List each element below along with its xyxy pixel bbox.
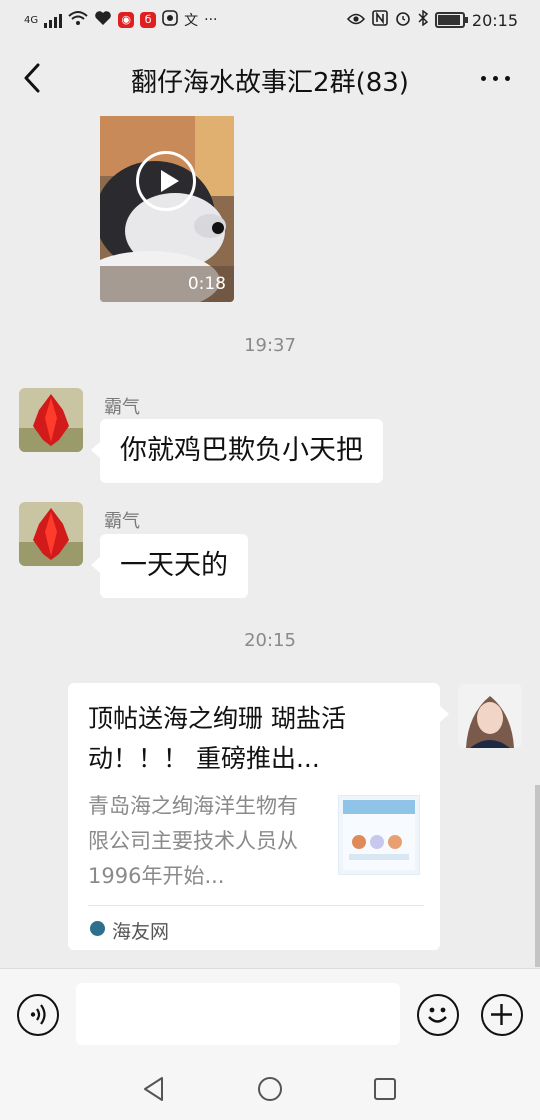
heart-icon (94, 10, 112, 30)
sender-name: 霸气 (104, 511, 140, 532)
network-type: 4G (24, 14, 39, 26)
status-left: 4G ◉ б 文 ··· (24, 10, 217, 30)
more-notifications: ··· (204, 12, 218, 28)
card-divider (88, 905, 424, 906)
status-right: 20:15 (346, 9, 518, 30)
translate-icon: 文 (184, 13, 199, 29)
signal-icon (44, 12, 63, 28)
scrollbar[interactable] (535, 785, 540, 967)
clock-time: 20:15 (471, 10, 518, 30)
my-avatar[interactable] (458, 684, 522, 748)
sender-name: 霸气 (104, 397, 140, 418)
chat-title: 翻仔海水故事汇2群(83) (131, 68, 409, 98)
input-bar (0, 968, 540, 1058)
card-source: 海友网 (112, 921, 170, 943)
status-bar: 4G ◉ б 文 ··· 20:15 (0, 0, 540, 40)
nav-home-icon[interactable] (257, 1076, 283, 1106)
chat-header: 翻仔海水故事汇2群(83) (0, 40, 540, 116)
avatar[interactable] (19, 502, 83, 566)
alarm-icon (395, 10, 411, 30)
video-message[interactable]: 0:18 (100, 116, 234, 302)
eye-icon (346, 11, 365, 30)
emoji-icon[interactable] (417, 994, 459, 1036)
avatar[interactable] (19, 388, 83, 452)
bluetooth-icon (418, 9, 429, 30)
app-notification-icon: ◉ (118, 12, 135, 28)
message-bubble[interactable]: 一天天的 (91, 534, 248, 598)
notification-icon (162, 10, 178, 30)
nfc-icon (372, 10, 388, 30)
shared-link-card[interactable]: 顶帖送海之绚珊 瑚盐活动！！！ 重磅推出... 青岛海之绚海洋生物有限公司主要技… (68, 683, 449, 950)
play-icon[interactable] (136, 151, 196, 211)
message-bubble[interactable]: 你就鸡巴欺负小天把 (91, 419, 383, 483)
timestamp: 19:37 (244, 335, 296, 356)
source-logo-icon (90, 921, 105, 936)
voice-icon[interactable] (17, 994, 59, 1036)
plus-icon[interactable] (481, 994, 523, 1036)
app-notification-icon-2: б (140, 12, 157, 28)
more-icon[interactable] (481, 76, 510, 81)
system-nav-bar (0, 1058, 540, 1120)
wifi-icon (68, 10, 88, 30)
card-thumbnail (338, 795, 420, 875)
card-title: 顶帖送海之绚珊 瑚盐活动！！！ 重磅推出... (88, 704, 346, 773)
battery-icon (434, 12, 468, 28)
timestamp: 20:15 (244, 630, 296, 651)
card-description: 青岛海之绚海洋生物有限公司主要技术人员从1996年开始... (88, 794, 298, 888)
battery-level (437, 15, 460, 25)
video-duration: 0:18 (187, 274, 226, 294)
nav-back-icon[interactable] (142, 1076, 166, 1106)
nav-recents-icon[interactable] (373, 1077, 397, 1105)
message-input[interactable] (76, 983, 400, 1045)
